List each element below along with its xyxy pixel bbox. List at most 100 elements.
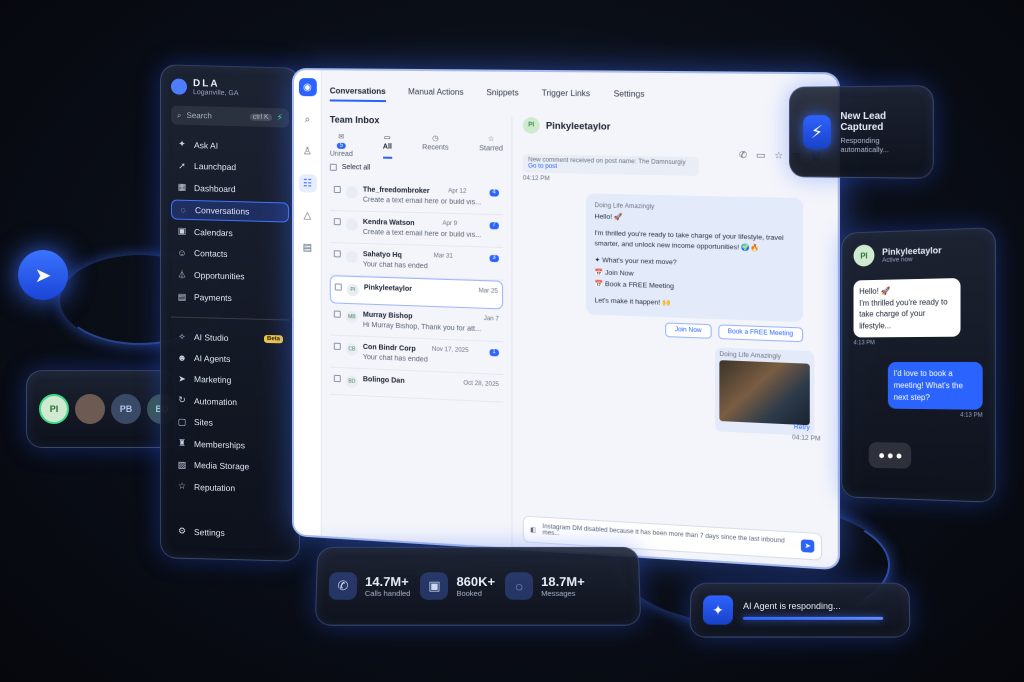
conversation-row[interactable]: The_freedombroker Apr 12 4 Create a text em… <box>329 178 504 216</box>
network-icon[interactable]: △ <box>298 206 316 224</box>
tab-trigger-links[interactable]: Trigger Links <box>542 88 590 104</box>
sidebar-item-label: Dashboard <box>194 182 236 194</box>
conversation-date: Oct 28, 2025 <box>463 380 499 389</box>
checkbox[interactable] <box>333 218 341 226</box>
avatar <box>345 250 358 264</box>
avatar: PI <box>853 244 875 267</box>
sidebar-item-launchpad[interactable]: ➚ Launchpad <box>171 156 289 178</box>
filter-all[interactable]: ▭ All <box>382 133 392 159</box>
sidebar-item-ask-ai[interactable]: ✦ Ask AI <box>171 134 289 156</box>
team-icon[interactable]: ☷ <box>298 174 317 193</box>
select-all-checkbox[interactable]: Select all <box>329 163 503 174</box>
sidebar-item-reputation[interactable]: ☆ Reputation <box>171 476 289 498</box>
sidebar-item-label: Memberships <box>194 438 246 450</box>
grid-icon: ▦ <box>177 181 187 192</box>
sidebar-item-conversations[interactable]: ◌ Conversations <box>171 198 289 223</box>
conversation-body: Pinkyleetaylor Mar 25 <box>364 284 498 301</box>
conversation-preview: Your chat has ended <box>362 353 428 364</box>
chat-bubble-icon[interactable]: ◉ <box>298 78 317 97</box>
stat-text: 14.7M+ Calls handled <box>365 574 411 598</box>
conversation-body: Murray Bishop Jan 7 Hi Murray Bishop, Than… <box>363 312 499 334</box>
sidebar-item-settings[interactable]: ⚙ Settings <box>171 521 289 543</box>
tab-settings[interactable]: Settings <box>614 89 645 105</box>
conversation-row[interactable]: Kendra Watson Apr 9 7 Create a text email h… <box>329 210 504 248</box>
sidebar-item-automation[interactable]: ↻ Automation <box>171 390 289 412</box>
sidebar-item-dashboard[interactable]: ▦ Dashboard <box>171 177 289 199</box>
image-icon: ▨ <box>177 459 187 470</box>
sparkle-icon: ✦ <box>178 138 186 149</box>
go-to-post-link[interactable]: Go to post <box>528 163 557 170</box>
account-switcher[interactable]: DLA Loganville, GA <box>171 77 289 98</box>
checkbox[interactable] <box>333 342 341 350</box>
message-bubble: Doing Life Amazingly Hello! 🚀 I'm thrille… <box>585 193 804 322</box>
filter-label: Starred <box>479 145 504 153</box>
search-icon[interactable]: ⌕ <box>298 110 316 128</box>
unread-count-badge: 5 <box>336 142 346 149</box>
mobile-chat-card: PI Pinkyleetaylor Active now Hello! 🚀 I'… <box>841 227 996 503</box>
conversation-name: Murray Bishop <box>362 311 413 321</box>
clock-icon: ◷ <box>432 135 439 143</box>
sidebar-item-media-storage[interactable]: ▨ Media Storage <box>171 455 289 477</box>
folder-icon[interactable]: ▭ <box>756 150 765 162</box>
sidebar-item-opportunities[interactable]: ⏃ Opportunities <box>171 263 289 287</box>
sidebar-item-marketing[interactable]: ➤ Marketing <box>171 369 289 391</box>
conversation-date: Apr 12 <box>448 188 467 195</box>
search-shortcut: ctrl K <box>249 113 272 122</box>
filter-recents[interactable]: ◷ Recents <box>422 134 448 160</box>
checkbox[interactable] <box>333 185 341 194</box>
avatar[interactable] <box>75 394 105 424</box>
sidebar-item-ai-agents[interactable]: ☻ AI Agents <box>171 348 289 369</box>
search-input[interactable]: ⌕ Search ctrl K ⚡ <box>171 105 289 128</box>
sidebar-item-calendars[interactable]: ▣ Calendars <box>171 221 289 243</box>
checkbox[interactable] <box>333 374 341 383</box>
lightning-icon[interactable]: ⚡ <box>277 112 283 123</box>
contacts-icon: ☺ <box>177 247 187 258</box>
sidebar-item-contacts[interactable]: ☺ Contacts <box>171 243 289 264</box>
funnel-icon: ⏃ <box>177 269 187 280</box>
avatar[interactable]: PI <box>39 394 69 424</box>
checkbox[interactable] <box>334 283 342 291</box>
timestamp: 4:13 PM <box>960 412 983 420</box>
calendar-icon: ▣ <box>420 572 449 600</box>
user-icon[interactable]: ♙ <box>298 142 316 160</box>
lead-subtitle: Responding automatically... <box>840 135 889 154</box>
sidebar-item-memberships[interactable]: ♜ Memberships <box>171 433 289 455</box>
channel-select-icon[interactable]: ◧ <box>530 526 536 534</box>
contact-status: Active now <box>882 255 913 264</box>
conversation-preview: Create a text email here or build vis... <box>362 228 482 240</box>
phone-icon[interactable]: ✆ <box>739 149 747 161</box>
message-image[interactable] <box>719 359 810 425</box>
checkbox[interactable] <box>333 250 341 258</box>
avatar: PI <box>522 117 540 134</box>
conversation-preview: Your chat has ended <box>362 261 428 271</box>
agent-progress-bar <box>742 616 884 620</box>
sidebar-item-label: Settings <box>194 526 225 538</box>
sidebar-item-label: Contacts <box>194 247 228 259</box>
sidebar-item-ai-studio[interactable]: ✧ AI Studio Beta <box>171 327 289 349</box>
divider <box>171 315 289 321</box>
sidebar-item-sites[interactable]: ▢ Sites <box>171 412 289 434</box>
join-now-button[interactable]: Join Now <box>665 322 712 339</box>
conversation-header: Pinkyleetaylor Mar 25 <box>364 284 498 296</box>
book-meeting-button[interactable]: Book a FREE Meeting <box>717 324 804 343</box>
tab-conversations[interactable]: Conversations <box>329 86 386 103</box>
checkbox[interactable] <box>333 310 341 318</box>
unread-badge: 3 <box>489 254 499 263</box>
star-icon[interactable]: ☆ <box>774 150 783 162</box>
sidebar-item-payments[interactable]: ▤ Payments <box>171 287 289 309</box>
studio-icon: ✧ <box>178 331 186 342</box>
chat-panel: PI Pinkyleetaylor ✆ ▭ ☆ ✉ 🗑 New comment … <box>511 116 829 568</box>
sidebar-item-label: AI Studio <box>194 332 229 343</box>
checkbox[interactable] <box>329 163 337 171</box>
sidebar-item-label: Calendars <box>194 226 233 238</box>
sidebar-item-label: Conversations <box>195 204 250 217</box>
chat-contact-name: Pinkyleetaylor <box>545 120 611 132</box>
tab-manual-actions[interactable]: Manual Actions <box>408 87 464 103</box>
send-plane-badge: ➤ <box>18 250 68 300</box>
filter-unread[interactable]: ✉ 5 Unread <box>330 133 353 158</box>
report-icon[interactable]: ▤ <box>298 238 316 257</box>
send-icon[interactable]: ➤ <box>801 539 815 553</box>
tab-snippets[interactable]: Snippets <box>486 88 518 104</box>
filter-starred[interactable]: ☆ Starred <box>479 135 503 161</box>
avatar[interactable]: PB <box>111 394 141 424</box>
